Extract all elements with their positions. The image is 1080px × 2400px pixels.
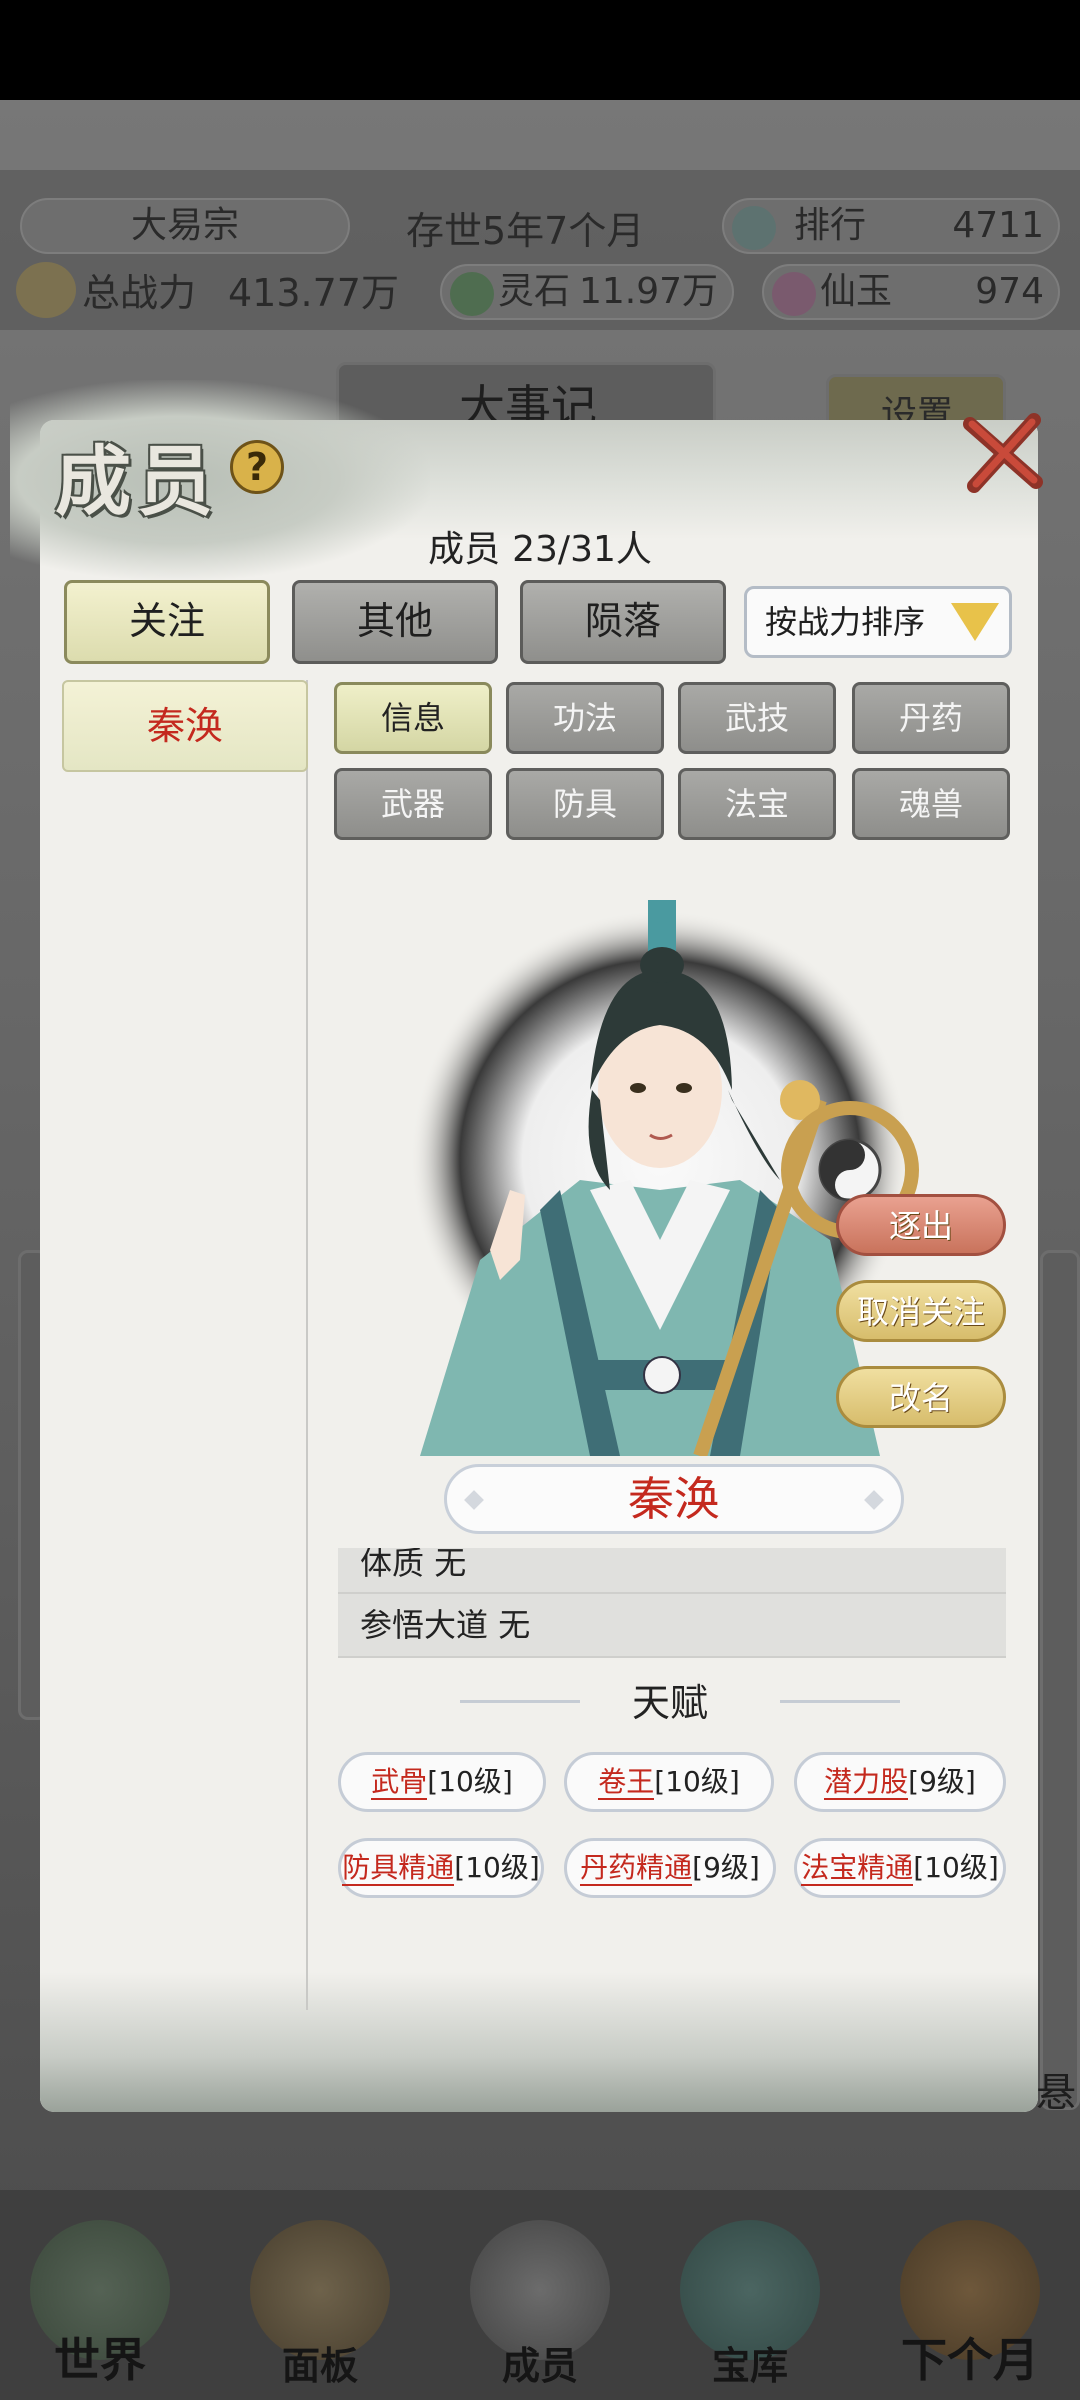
member-count: 成员 23/31人 [0, 520, 1080, 572]
rank-icon [732, 206, 776, 250]
talent-name: 法宝精通 [801, 1851, 914, 1886]
member-list: 秦涣 [62, 680, 308, 2010]
talent-badge[interactable]: 卷王[10级] [564, 1752, 774, 1812]
power-icon [16, 262, 76, 318]
nav-next-month[interactable]: 下个月 [870, 2200, 1070, 2400]
sort-dropdown[interactable]: 按战力排序 [744, 586, 1012, 658]
rank-pill: 排行 4711 [722, 198, 1060, 254]
talent-badge[interactable]: 防具精通[10级] [338, 1838, 544, 1898]
talent-level: [10级] [427, 1765, 513, 1798]
jade-value: 974 [975, 271, 1044, 312]
subtab-artifacts[interactable]: 法宝 [678, 768, 836, 840]
talent-level: [9级] [908, 1765, 976, 1798]
character-name: 秦涣 [628, 1472, 720, 1526]
talent-level: [10级] [454, 1851, 540, 1884]
power-value: 413.77万 [228, 271, 399, 315]
jade-icon [772, 272, 816, 316]
talent-name: 潜力股 [824, 1765, 909, 1800]
nav-panel[interactable]: 面板 [220, 2200, 420, 2400]
talent-badge[interactable]: 法宝精通[10级] [794, 1838, 1006, 1898]
info-value: 无 [434, 1548, 467, 1582]
subtab-pills[interactable]: 丹药 [852, 682, 1010, 754]
talent-badge[interactable]: 丹药精通[9级] [564, 1838, 776, 1898]
talent-level: [10级] [654, 1765, 740, 1798]
bottom-nav: 世界 面板 成员 宝库 下个月 [0, 2190, 1080, 2400]
talent-header: 天赋 [631, 1681, 708, 1725]
nav-treasury-label: 宝库 [711, 2343, 788, 2388]
rank-value: 4711 [952, 205, 1044, 246]
diamond-icon [864, 1490, 884, 1510]
info-row-dao: 参悟大道 无 [338, 1594, 1006, 1658]
rename-button[interactable]: 改名 [836, 1366, 1006, 1428]
info-row-constitution: 体质 无 [338, 1548, 1006, 1594]
nav-members[interactable]: 成员 [440, 2200, 640, 2400]
info-value: 无 [498, 1606, 531, 1644]
character-name-plate: 秦涣 [444, 1464, 904, 1534]
member-count-value: 23/31人 [512, 529, 652, 570]
subtab-techniques[interactable]: 功法 [506, 682, 664, 754]
dropdown-arrow-icon [951, 603, 999, 641]
jade-label: 仙玉 [820, 271, 893, 312]
talent-name: 武骨 [371, 1765, 428, 1800]
subtab-weapons[interactable]: 武器 [334, 768, 492, 840]
subtab-martial-skills[interactable]: 武技 [678, 682, 836, 754]
talent-level: [9级] [692, 1851, 760, 1884]
nav-next-month-label: 下个月 [901, 2333, 1039, 2387]
power-label: 总战力 [82, 271, 197, 315]
talent-badge[interactable]: 武骨[10级] [338, 1752, 546, 1812]
help-icon[interactable]: ? [230, 440, 284, 494]
member-count-label: 成员 [428, 529, 501, 570]
tab-following[interactable]: 关注 [64, 580, 270, 664]
spirit-stone-pill: 灵石 11.97万 [440, 264, 734, 320]
kick-button[interactable]: 逐出 [836, 1194, 1006, 1256]
member-list-item[interactable]: 秦涣 [62, 680, 308, 772]
side-hint: 悬 [1036, 2070, 1076, 2116]
talent-badge[interactable]: 潜力股[9级] [794, 1752, 1006, 1812]
modal-title: 成员 [55, 437, 219, 526]
talent-name: 丹药精通 [580, 1851, 693, 1886]
sect-name-pill: 大易宗 [20, 198, 350, 254]
existence-text: 存世5年7个月 [406, 209, 645, 253]
subtab-soul-beasts[interactable]: 魂兽 [852, 768, 1010, 840]
sort-label: 按战力排序 [765, 603, 926, 641]
nav-panel-label: 面板 [281, 2343, 358, 2388]
info-label: 体质 [360, 1548, 425, 1582]
rank-label: 排行 [794, 205, 867, 246]
nav-treasury[interactable]: 宝库 [650, 2200, 850, 2400]
subtab-info[interactable]: 信息 [334, 682, 492, 754]
right-bg-card [1040, 1250, 1080, 2110]
spirit-stone-value: 11.97万 [578, 271, 718, 312]
nav-world-label: 世界 [54, 2333, 146, 2387]
info-label: 参悟大道 [360, 1606, 489, 1644]
diamond-icon [464, 1490, 484, 1510]
nav-world[interactable]: 世界 [0, 2200, 200, 2400]
tab-fallen[interactable]: 陨落 [520, 580, 726, 664]
nav-members-label: 成员 [501, 2343, 578, 2388]
spirit-stone-icon [450, 272, 494, 316]
talent-name: 防具精通 [342, 1851, 455, 1886]
talent-name: 卷王 [598, 1765, 655, 1800]
spirit-stone-label: 灵石 [498, 271, 571, 312]
tab-others[interactable]: 其他 [292, 580, 498, 664]
subtab-armor[interactable]: 防具 [506, 768, 664, 840]
unfollow-button[interactable]: 取消关注 [836, 1280, 1006, 1342]
jade-pill: 仙玉 974 [762, 264, 1060, 320]
talent-level: [10级] [913, 1851, 999, 1884]
sect-name: 大易宗 [130, 205, 239, 246]
close-icon[interactable] [960, 410, 1046, 496]
